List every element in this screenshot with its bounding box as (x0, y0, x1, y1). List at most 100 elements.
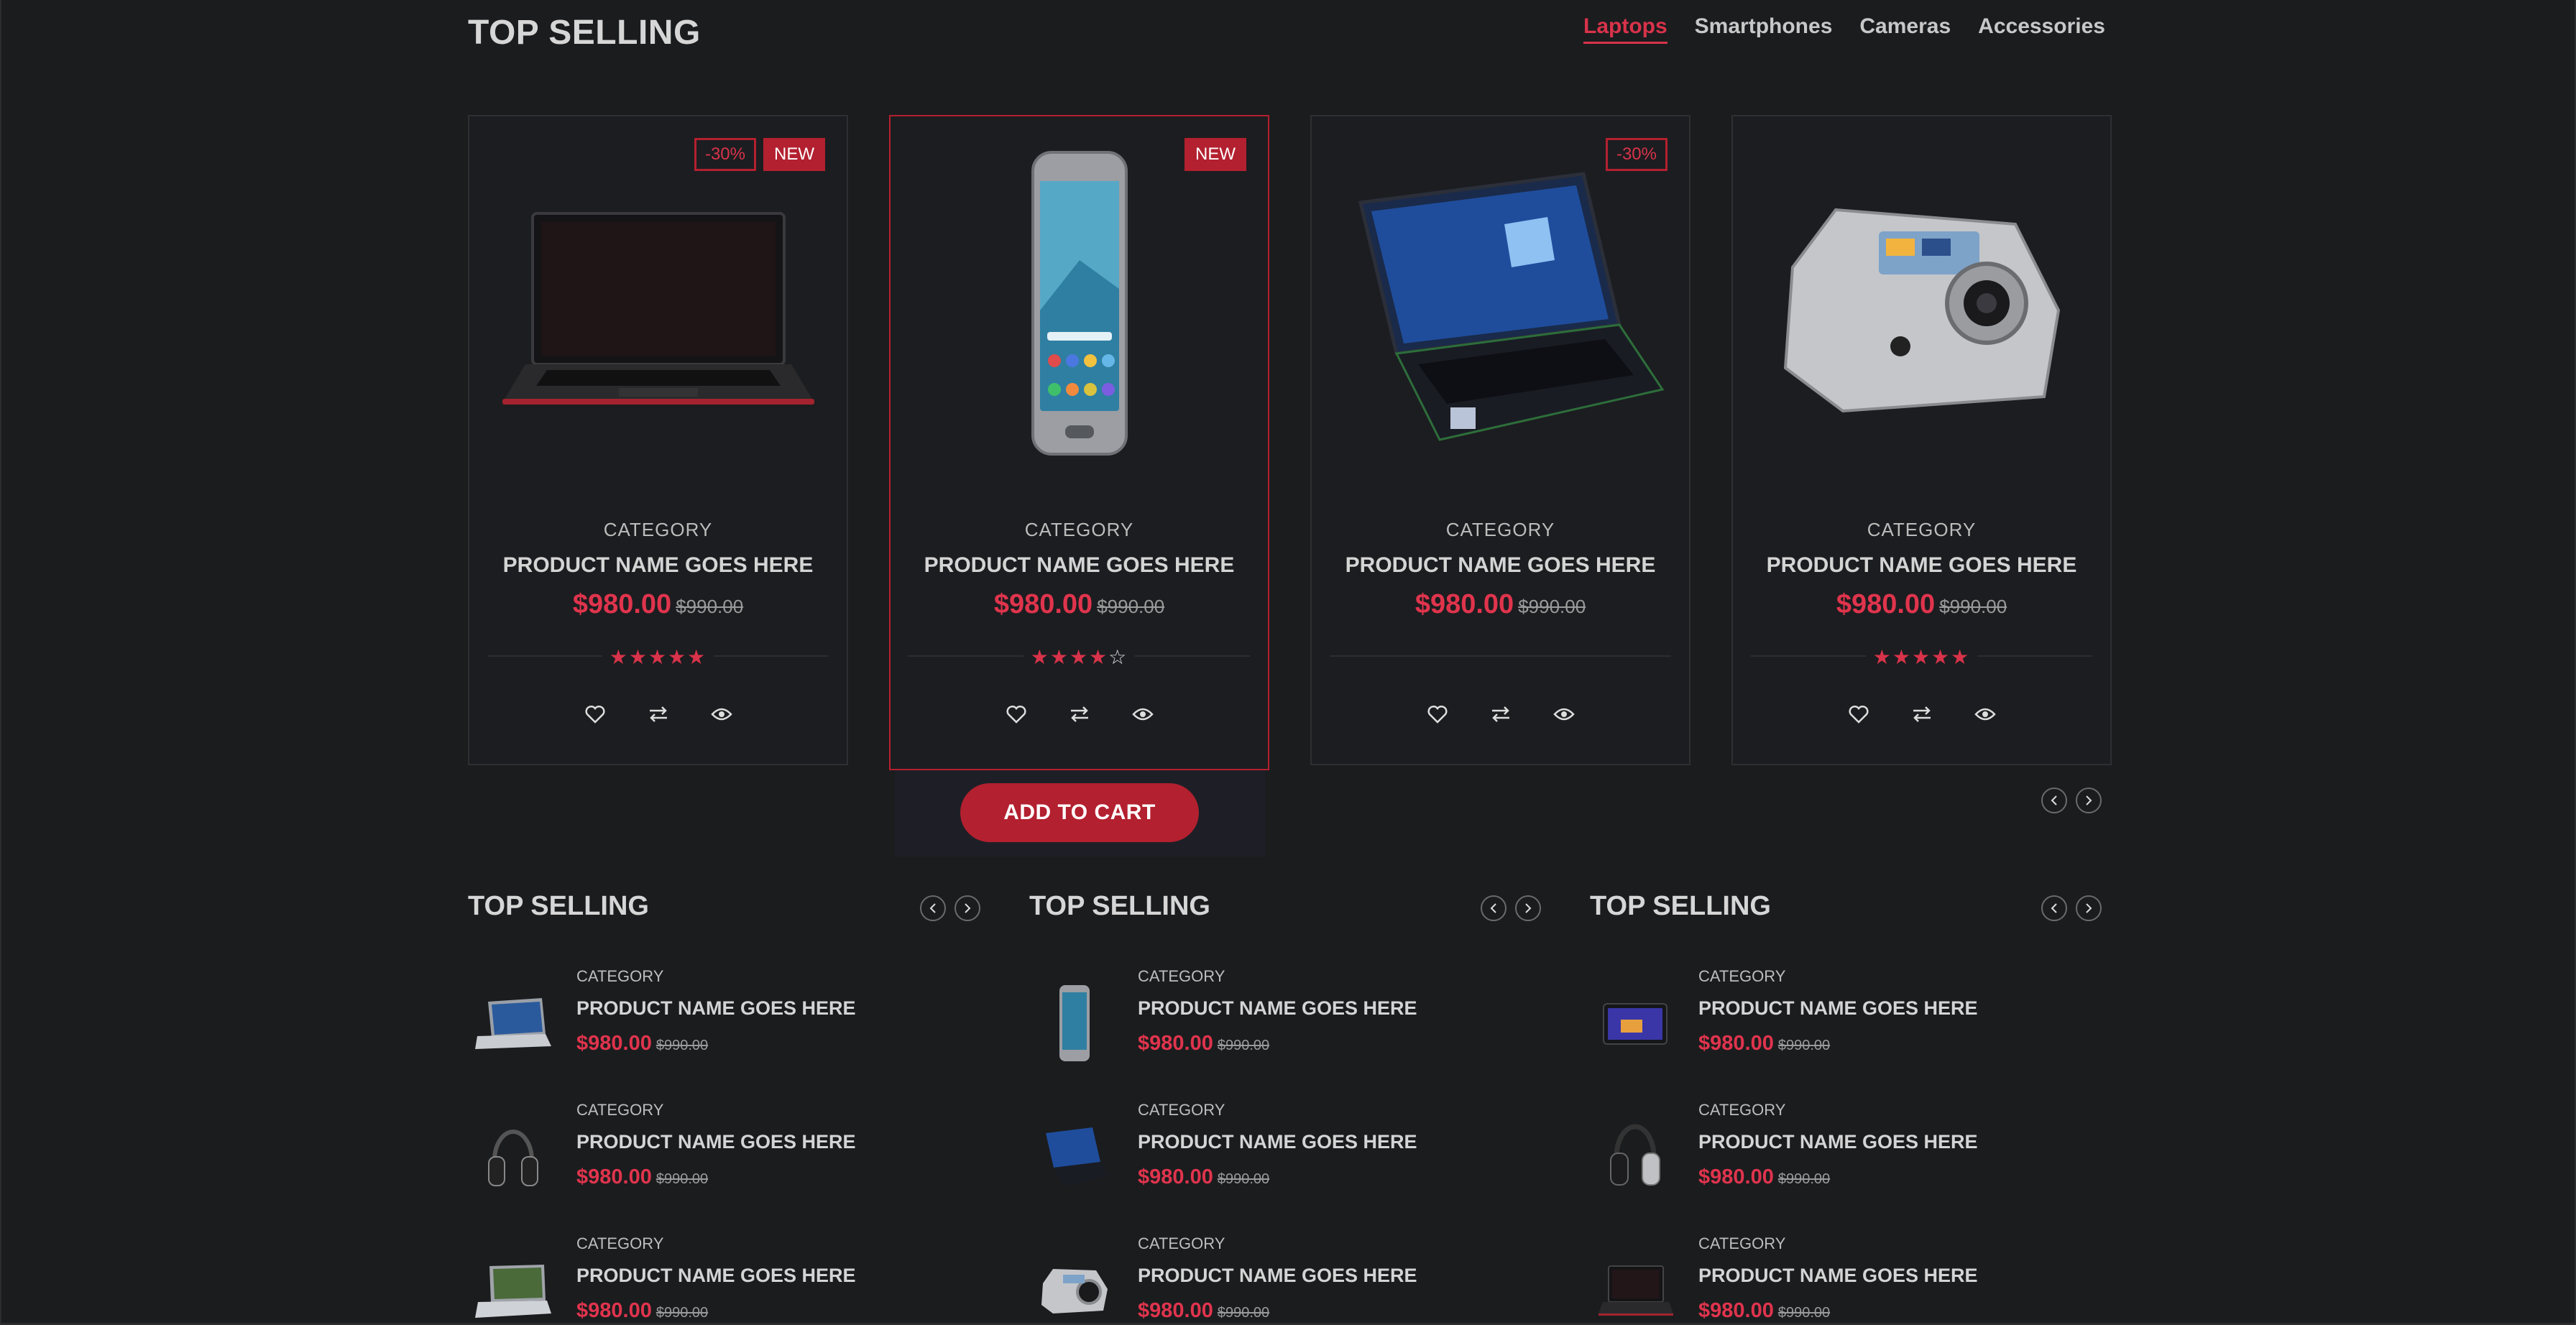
product-category: CATEGORY (603, 519, 713, 540)
widget-prev-button[interactable] (2041, 895, 2067, 921)
star-icons: ★★★★☆ (1023, 646, 1136, 668)
eye-icon[interactable] (1552, 703, 1576, 726)
widget-product[interactable]: CATEGORY PRODUCT NAME GOES HERE $980.00 $… (1029, 1101, 1558, 1223)
widget-product[interactable]: CATEGORY PRODUCT NAME GOES HERE $980.00 $… (1590, 1234, 2118, 1325)
exchange-icon[interactable] (1910, 703, 1933, 726)
price-old: $990.00 (1777, 1305, 1831, 1321)
price-old: $990.00 (1217, 1038, 1270, 1053)
product-category: CATEGORY (1445, 519, 1555, 540)
product-name[interactable]: PRODUCT NAME GOES HERE (1698, 1131, 1978, 1153)
product-name[interactable]: PRODUCT NAME GOES HERE (576, 1265, 856, 1287)
product-name[interactable]: PRODUCT NAME GOES HERE (1733, 553, 2110, 578)
heart-icon[interactable] (584, 703, 607, 726)
product-name[interactable]: PRODUCT NAME GOES HERE (1312, 553, 1689, 578)
widget-title: TOP SELLING (1029, 891, 1210, 921)
star-icons: ★★★★★ (602, 646, 714, 668)
product-image[interactable] (1747, 145, 2096, 461)
eye-icon[interactable] (1974, 703, 1997, 726)
tab-laptops[interactable]: Laptops (1583, 14, 1668, 44)
category-tabs: Laptops Smartphones Cameras Accessories (1583, 14, 2105, 44)
price-current: $980.00 (1138, 1032, 1213, 1055)
product-image[interactable] (484, 145, 832, 461)
product-name[interactable]: PRODUCT NAME GOES HERE (469, 553, 847, 578)
product-thumb[interactable] (1590, 1114, 1680, 1200)
tab-cameras[interactable]: Cameras (1859, 14, 1951, 44)
heart-icon[interactable] (1005, 703, 1028, 726)
product-thumb[interactable] (468, 1247, 558, 1325)
product-image[interactable] (1326, 145, 1675, 461)
product-name[interactable]: PRODUCT NAME GOES HERE (576, 1131, 856, 1153)
product-thumb[interactable] (1590, 1247, 1680, 1325)
price-current: $980.00 (1698, 1299, 1774, 1322)
product-actions (469, 703, 847, 726)
widget-product[interactable]: CATEGORY PRODUCT NAME GOES HERE $980.00 $… (468, 1234, 996, 1325)
widget-product[interactable]: CATEGORY PRODUCT NAME GOES HERE $980.00 $… (1029, 967, 1558, 1089)
product-thumb[interactable] (1590, 980, 1680, 1066)
product-name[interactable]: PRODUCT NAME GOES HERE (1138, 1131, 1417, 1153)
product-category: CATEGORY (1698, 1234, 1786, 1252)
product-thumb[interactable] (1029, 1114, 1119, 1200)
slider-prev-button[interactable] (2041, 788, 2067, 813)
tab-smartphones[interactable]: Smartphones (1695, 14, 1833, 44)
heart-icon[interactable] (1847, 703, 1870, 726)
product-card[interactable]: NEW CATEGORY PRODUCT NAME GOES HERE $980… (889, 115, 1269, 770)
product-category: CATEGORY (576, 1234, 664, 1252)
product-category: CATEGORY (1138, 967, 1225, 985)
price-old: $990.00 (1217, 1171, 1270, 1187)
add-to-cart-button[interactable]: ADD TO CART (960, 783, 1199, 842)
price-current: $980.00 (1698, 1165, 1774, 1188)
product-price: $980.00 $990.00 (1138, 1165, 1269, 1189)
widget-product[interactable]: CATEGORY PRODUCT NAME GOES HERE $980.00 $… (1590, 1101, 2118, 1223)
product-name[interactable]: PRODUCT NAME GOES HERE (576, 997, 856, 1020)
product-name[interactable]: PRODUCT NAME GOES HERE (891, 553, 1268, 578)
eye-icon[interactable] (710, 703, 733, 726)
divider (1330, 655, 1671, 657)
tab-accessories[interactable]: Accessories (1978, 14, 2105, 44)
product-card[interactable]: -30% NEW CATEGORY PRODUCT NAME GOES HERE… (468, 115, 848, 765)
widget-product[interactable]: CATEGORY PRODUCT NAME GOES HERE $980.00 $… (468, 967, 996, 1089)
price-old: $990.00 (656, 1305, 709, 1321)
price-current: $980.00 (993, 589, 1093, 619)
widget-prev-button[interactable] (1481, 895, 1506, 921)
product-name[interactable]: PRODUCT NAME GOES HERE (1698, 1265, 1978, 1287)
product-thumb[interactable] (1029, 980, 1119, 1066)
widget-product[interactable]: CATEGORY PRODUCT NAME GOES HERE $980.00 $… (1029, 1234, 1558, 1325)
slider-next-button[interactable] (2076, 788, 2102, 813)
product-price: $980.00 $990.00 (1138, 1032, 1269, 1056)
product-category: CATEGORY (576, 967, 664, 985)
product-category: CATEGORY (1138, 1101, 1225, 1119)
product-thumb[interactable] (1029, 1247, 1119, 1325)
section-title: TOP SELLING (468, 14, 701, 52)
top-selling-widget: TOP SELLING CATEGORY PRODUCT NAME GOES H… (1590, 891, 2118, 1325)
product-thumb[interactable] (468, 980, 558, 1066)
eye-icon[interactable] (1131, 703, 1154, 726)
widget-product[interactable]: CATEGORY PRODUCT NAME GOES HERE $980.00 $… (468, 1101, 996, 1223)
product-card[interactable]: CATEGORY PRODUCT NAME GOES HERE $980.00 $… (1731, 115, 2112, 765)
product-thumb[interactable] (468, 1114, 558, 1200)
chevron-left-icon (2051, 795, 2057, 805)
widget-prev-button[interactable] (920, 895, 946, 921)
price-current: $980.00 (576, 1032, 652, 1055)
widget-next-button[interactable] (2076, 895, 2102, 921)
widget-product[interactable]: CATEGORY PRODUCT NAME GOES HERE $980.00 $… (1590, 967, 2118, 1089)
product-price: $980.00 $990.00 (576, 1165, 708, 1189)
product-category: CATEGORY (1698, 1101, 1786, 1119)
price-current: $980.00 (576, 1165, 652, 1188)
product-actions (1312, 703, 1689, 726)
exchange-icon[interactable] (1068, 703, 1091, 726)
heart-icon[interactable] (1426, 703, 1449, 726)
product-image[interactable] (905, 145, 1254, 461)
price-old: $990.00 (1518, 596, 1586, 617)
exchange-icon[interactable] (1489, 703, 1512, 726)
product-category: CATEGORY (576, 1101, 664, 1119)
product-category: CATEGORY (1138, 1234, 1225, 1252)
product-name[interactable]: PRODUCT NAME GOES HERE (1138, 997, 1417, 1020)
price-current: $980.00 (572, 589, 672, 619)
product-name[interactable]: PRODUCT NAME GOES HERE (1698, 997, 1978, 1020)
product-card[interactable]: -30% CATEGORY PRODUCT NAME GOES HERE $98… (1310, 115, 1690, 765)
widget-next-button[interactable] (1515, 895, 1541, 921)
widget-next-button[interactable] (954, 895, 980, 921)
product-name[interactable]: PRODUCT NAME GOES HERE (1138, 1265, 1417, 1287)
price-current: $980.00 (1138, 1299, 1213, 1322)
exchange-icon[interactable] (647, 703, 670, 726)
